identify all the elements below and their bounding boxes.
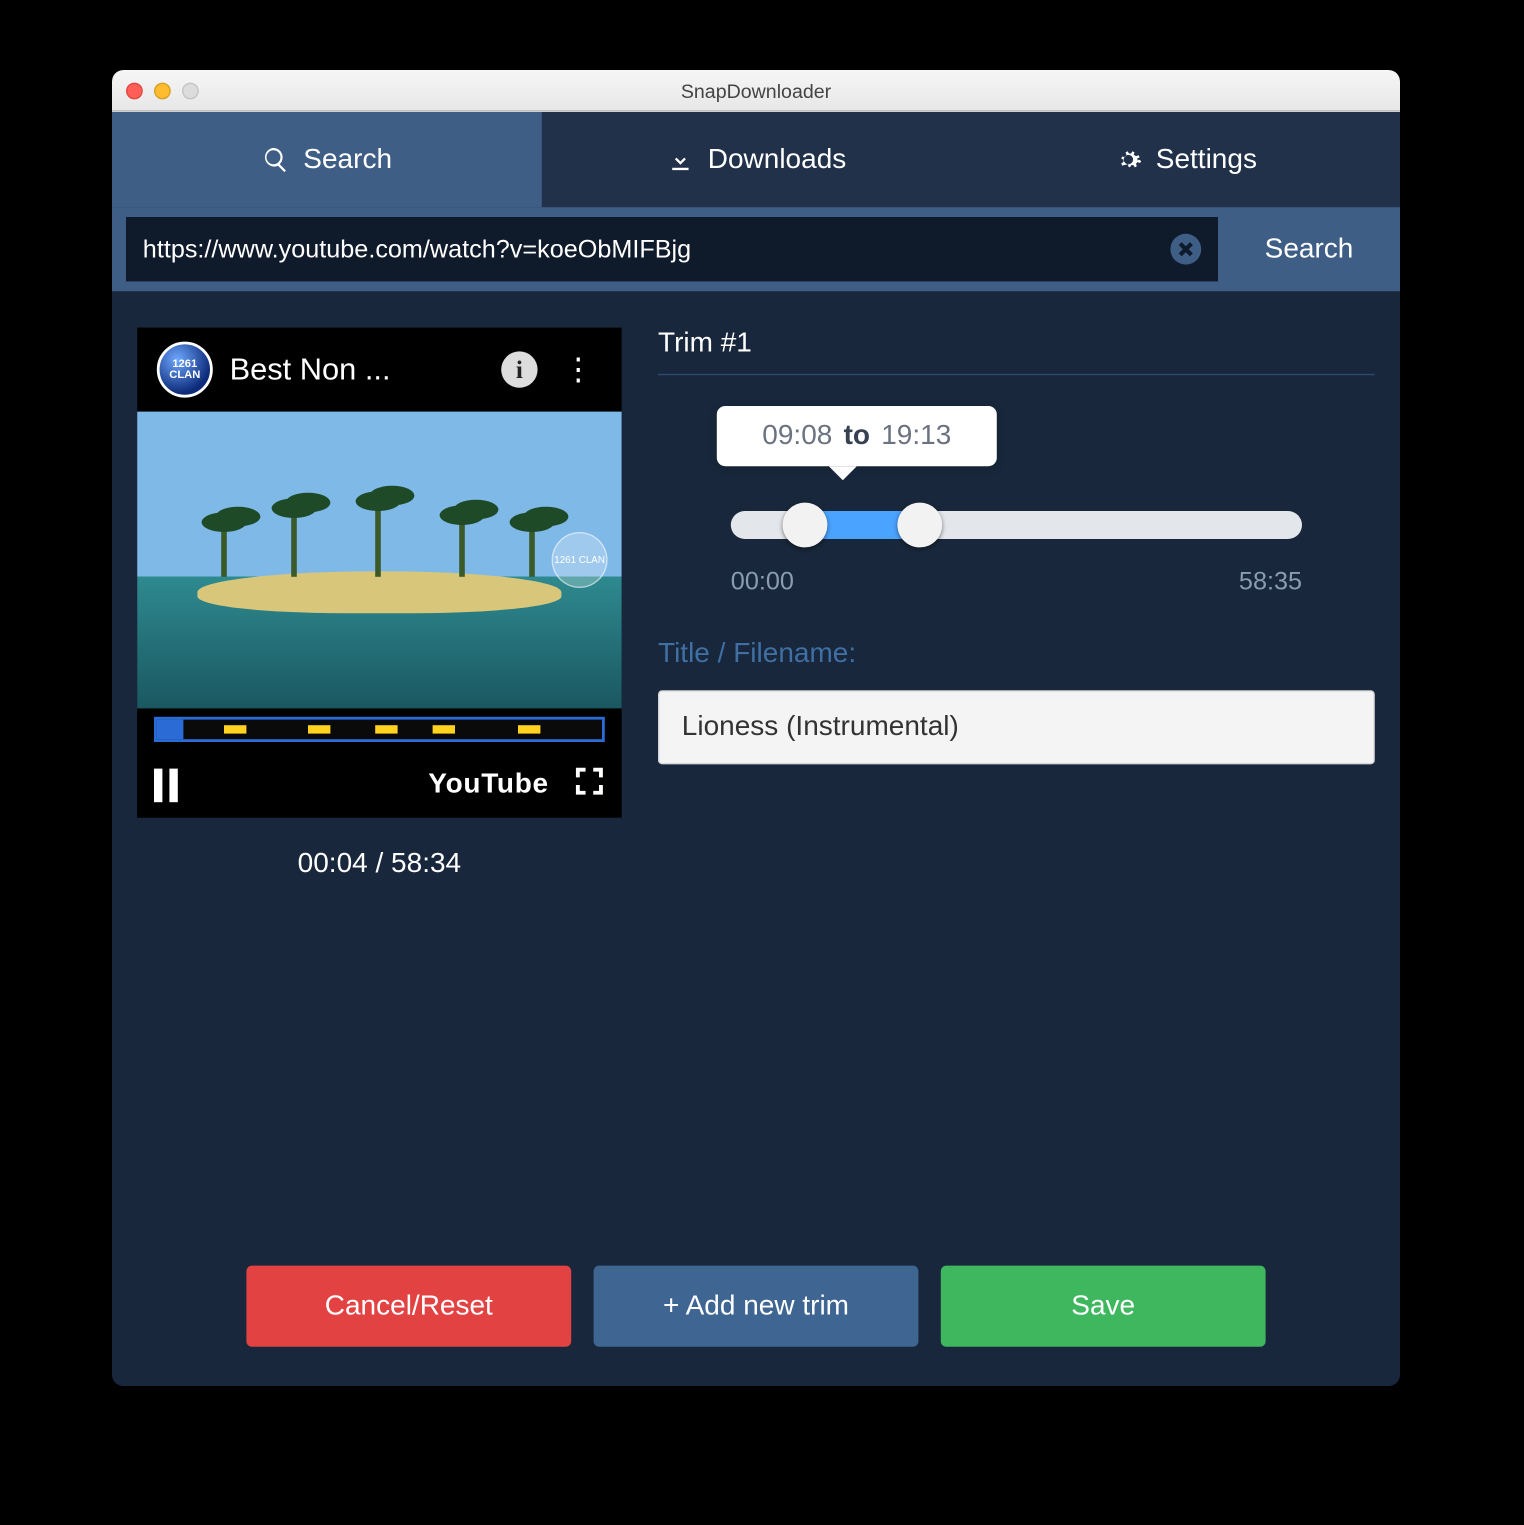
main-tabs: Search Downloads Settings <box>112 112 1400 207</box>
watermark-icon: 1261 CLAN <box>552 532 608 588</box>
slider-labels: 00:00 58:35 <box>731 567 1302 596</box>
player-controls: YouTube <box>137 708 621 817</box>
tab-downloads-label: Downloads <box>708 144 847 176</box>
tab-search[interactable]: Search <box>112 112 541 207</box>
tab-downloads[interactable]: Downloads <box>541 112 970 207</box>
progress-bar[interactable] <box>154 717 605 742</box>
save-button[interactable]: Save <box>941 1266 1266 1347</box>
trim-slider[interactable] <box>731 503 1302 545</box>
url-input[interactable] <box>143 235 1171 264</box>
fullscreen-button[interactable] <box>574 766 605 804</box>
pause-button[interactable] <box>154 768 178 802</box>
search-row: Search <box>112 207 1400 291</box>
video-player[interactable]: 1261 CLAN Best Non ... i ⋮ 1261 CLAN <box>137 328 621 818</box>
trim-sep: to <box>844 420 870 452</box>
window-title: SnapDownloader <box>112 79 1400 101</box>
slider-max: 58:35 <box>1239 567 1302 596</box>
video-title: Best Non ... <box>230 351 485 387</box>
slider-min: 00:00 <box>731 567 794 596</box>
info-icon[interactable]: i <box>501 351 537 387</box>
titlebar: SnapDownloader <box>112 70 1400 112</box>
trim-from: 09:08 <box>762 420 832 452</box>
filename-label: Title / Filename: <box>658 638 1375 670</box>
video-preview: 1261 CLAN Best Non ... i ⋮ 1261 CLAN <box>137 328 621 881</box>
footer-actions: Cancel/Reset + Add new trim Save <box>112 1266 1400 1347</box>
more-icon[interactable]: ⋮ <box>554 351 602 387</box>
video-frame[interactable]: 1261 CLAN <box>137 412 621 712</box>
search-icon <box>261 146 289 174</box>
provider-label[interactable]: YouTube <box>428 769 549 801</box>
clear-input-button[interactable] <box>1170 234 1201 265</box>
content: 1261 CLAN Best Non ... i ⋮ 1261 CLAN <box>112 291 1400 880</box>
cancel-button[interactable]: Cancel/Reset <box>246 1266 571 1347</box>
channel-avatar[interactable]: 1261 CLAN <box>157 342 213 398</box>
tab-settings[interactable]: Settings <box>971 112 1400 207</box>
slider-thumb-end[interactable] <box>897 503 942 548</box>
trim-heading: Trim #1 <box>658 328 1375 376</box>
url-input-wrap <box>126 217 1218 281</box>
player-header: 1261 CLAN Best Non ... i ⋮ <box>137 328 621 412</box>
app-window: SnapDownloader Search Downloads Settings <box>112 70 1400 1386</box>
gear-icon <box>1114 146 1142 174</box>
trim-panel: Trim #1 09:08 to 19:13 00:00 <box>658 328 1375 881</box>
filename-input[interactable] <box>658 690 1375 764</box>
search-button[interactable]: Search <box>1218 233 1400 265</box>
trim-tooltip: 09:08 to 19:13 <box>717 406 997 466</box>
close-icon <box>1177 241 1194 258</box>
playback-time: 00:04 / 58:34 <box>137 848 621 880</box>
tab-search-label: Search <box>303 144 392 176</box>
trim-to: 19:13 <box>881 420 951 452</box>
download-icon <box>666 146 694 174</box>
add-trim-button[interactable]: + Add new trim <box>594 1266 919 1347</box>
tab-settings-label: Settings <box>1156 144 1257 176</box>
slider-thumb-start[interactable] <box>783 503 828 548</box>
